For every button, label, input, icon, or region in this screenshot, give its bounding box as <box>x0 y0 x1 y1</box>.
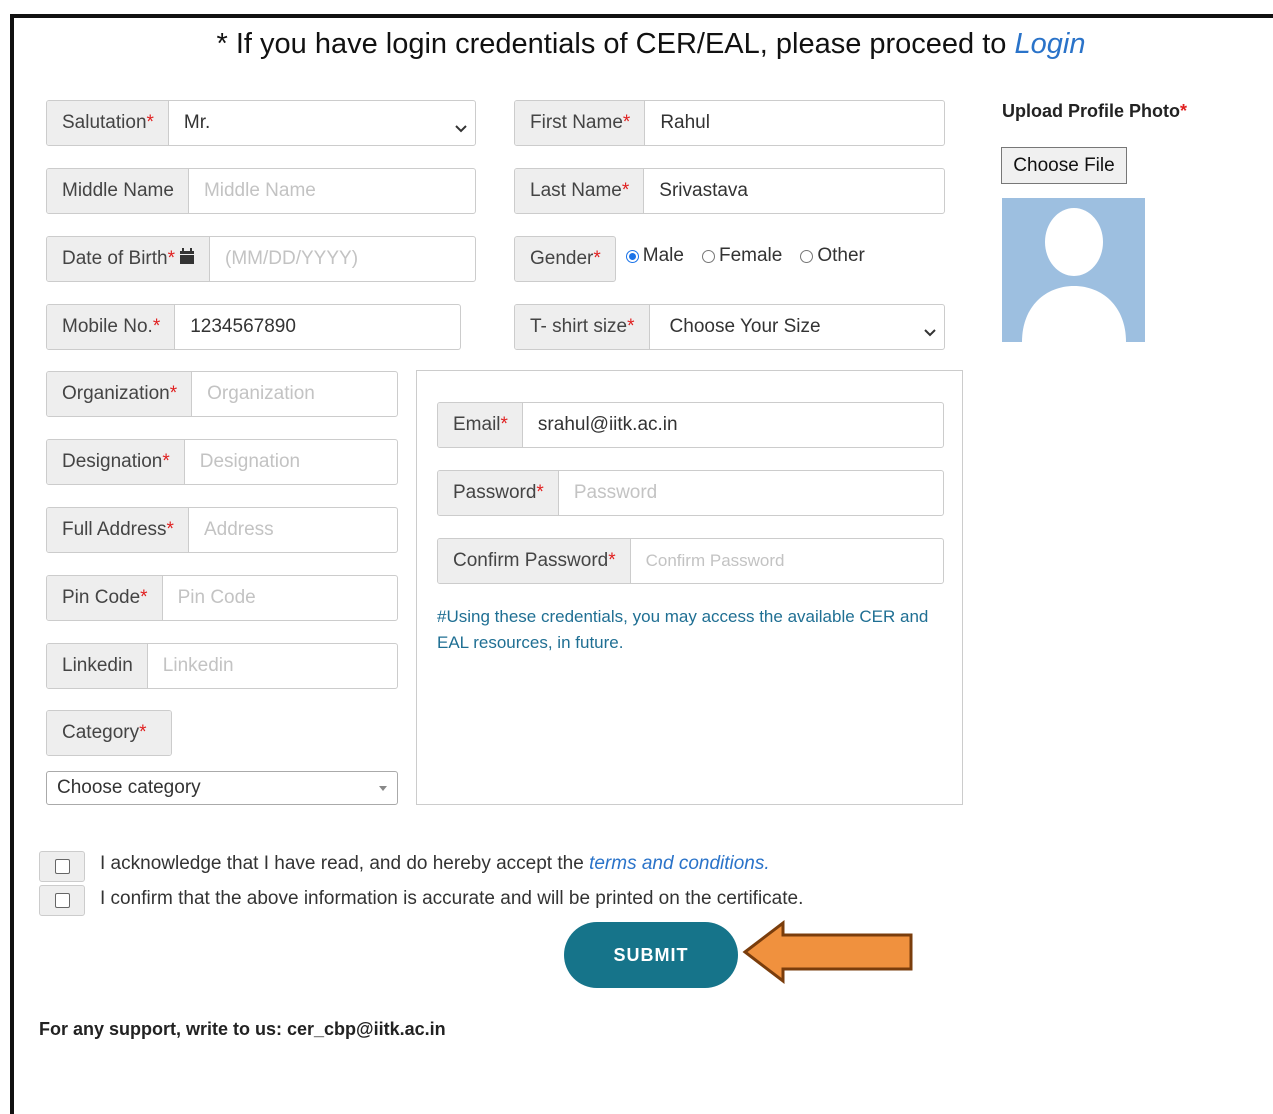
upload-photo-title: Upload Profile Photo* <box>1002 101 1188 121</box>
credentials-note: #Using these credentials, you may access… <box>437 607 929 652</box>
mobile-label: Mobile No. * <box>47 305 176 349</box>
dob-input[interactable]: (MM/DD/YYYY) <box>210 237 475 281</box>
profile-placeholder-icon <box>1002 198 1145 342</box>
login-prompt-text: * If you have login credentials of CER/E… <box>216 28 1007 60</box>
mobile-input[interactable]: 1234567890 <box>175 305 460 349</box>
gender-options: Male Female Other <box>616 236 945 282</box>
gender-male-radio[interactable]: Male <box>625 245 684 267</box>
gender-group: Gender * Male Female Other <box>514 236 945 282</box>
last-name-label: Last Name * <box>515 169 645 213</box>
radio-on-icon <box>625 249 639 263</box>
checkbox-icon <box>54 859 70 874</box>
gender-label: Gender * <box>514 236 616 282</box>
organization-input[interactable]: Organization <box>192 372 397 416</box>
checkbox-icon <box>54 893 70 908</box>
tshirt-group: T- shirt size * Choose Your Size <box>514 304 945 350</box>
password-group: Password * Password <box>437 470 944 516</box>
salutation-select[interactable]: Mr. <box>169 101 475 145</box>
calendar-icon <box>179 247 195 271</box>
first-name-input[interactable]: Rahul <box>645 101 944 145</box>
support-text: For any support, write to us: cer_cbp@ii… <box>39 1019 446 1039</box>
email-input[interactable]: srahul@iitk.ac.in <box>523 403 943 447</box>
terms-checkbox[interactable] <box>39 851 85 882</box>
pincode-label: Pin Code * <box>47 576 163 620</box>
organization-group: Organization * Organization <box>46 371 398 417</box>
dob-label: Date of Birth * <box>47 237 211 281</box>
designation-input[interactable]: Designation <box>185 440 397 484</box>
tshirt-select[interactable]: Choose Your Size <box>650 305 944 349</box>
pincode-group: Pin Code * Pin Code <box>46 575 398 621</box>
pincode-input[interactable]: Pin Code <box>163 576 397 620</box>
dob-group: Date of Birth * (MM/DD/YYYY) <box>46 236 476 282</box>
first-name-label: First Name * <box>515 101 646 145</box>
category-label-group: Category * <box>46 710 172 756</box>
email-group: Email * srahul@iitk.ac.in <box>437 402 944 448</box>
address-group: Full Address * Address <box>46 507 398 553</box>
gender-other-radio[interactable]: Other <box>800 245 865 267</box>
caret-down-icon <box>379 785 387 791</box>
designation-label: Designation * <box>47 440 185 484</box>
email-label: Email * <box>438 403 523 447</box>
last-name-group: Last Name * Srivastava <box>514 168 945 214</box>
password-label: Password * <box>438 471 559 515</box>
address-input[interactable]: Address <box>189 508 397 552</box>
middle-name-label: Middle Name <box>47 169 189 213</box>
linkedin-label: Linkedin <box>47 644 148 688</box>
mobile-group: Mobile No. * 1234567890 <box>46 304 461 350</box>
radio-off-icon <box>701 249 715 263</box>
confirm-text: I confirm that the above information is … <box>100 888 804 909</box>
middle-name-input[interactable]: Middle Name <box>189 169 475 213</box>
gender-female-radio[interactable]: Female <box>701 245 782 267</box>
category-label: Category * <box>47 711 171 755</box>
organization-label: Organization * <box>47 372 193 416</box>
confirm-password-label: Confirm Password * <box>438 539 631 583</box>
linkedin-group: Linkedin Linkedin <box>46 643 398 689</box>
last-name-input[interactable]: Srivastava <box>644 169 944 213</box>
confirm-password-input[interactable]: Confirm Password <box>631 539 943 583</box>
login-prompt: * If you have login credentials of CER/E… <box>0 28 1273 61</box>
salutation-group: Salutation * Mr. <box>46 100 476 146</box>
chevron-down-icon <box>924 322 936 337</box>
submit-button[interactable]: SUBMIT <box>564 922 738 988</box>
password-input[interactable]: Password <box>559 471 943 515</box>
salutation-label: Salutation * <box>47 101 169 145</box>
tshirt-label: T- shirt size * <box>515 305 650 349</box>
confirm-checkbox[interactable] <box>39 885 85 916</box>
category-select[interactable]: Choose category <box>46 771 398 805</box>
terms-text: I acknowledge that I have read, and do h… <box>100 853 770 874</box>
terms-link[interactable]: terms and conditions. <box>589 853 770 874</box>
designation-group: Designation * Designation <box>46 439 398 485</box>
address-label: Full Address * <box>47 508 189 552</box>
login-link[interactable]: Login <box>1015 28 1086 60</box>
middle-name-group: Middle Name Middle Name <box>46 168 476 214</box>
chevron-down-icon <box>455 118 467 133</box>
first-name-group: First Name * Rahul <box>514 100 945 146</box>
pointer-arrow-icon <box>742 919 916 990</box>
linkedin-input[interactable]: Linkedin <box>148 644 397 688</box>
radio-off-icon <box>800 249 814 263</box>
choose-file-button[interactable]: Choose File <box>1001 147 1127 184</box>
confirm-password-group: Confirm Password * Confirm Password <box>437 538 944 584</box>
